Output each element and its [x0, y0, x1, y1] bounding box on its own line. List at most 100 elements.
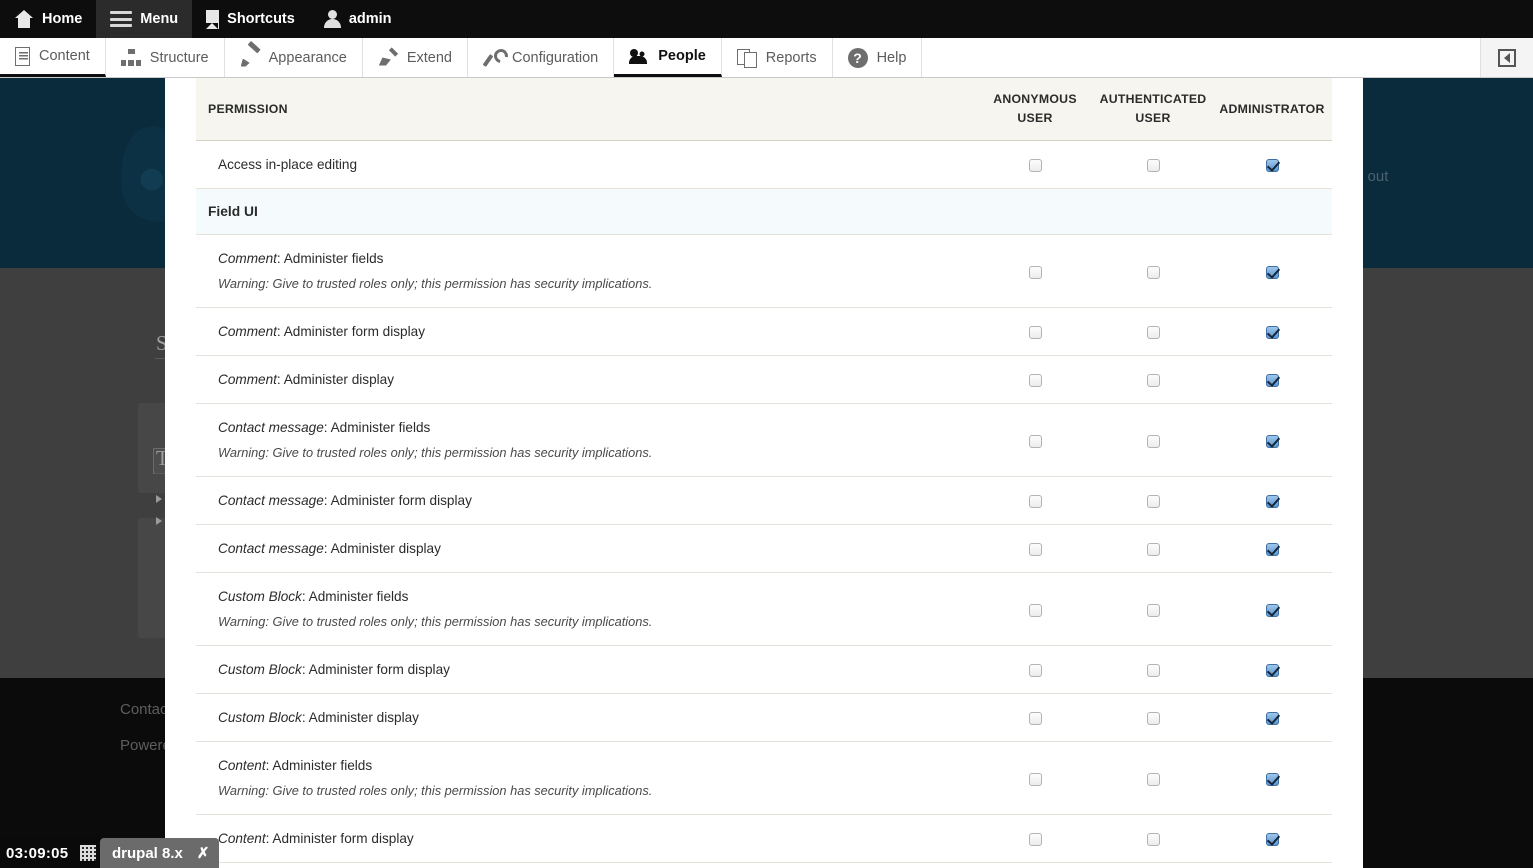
bookmark-icon: [206, 9, 220, 29]
checkbox-authenticated-user[interactable]: [1146, 543, 1160, 557]
permission-row: Custom Block: Administer form display: [196, 645, 1332, 695]
checkbox-administrator[interactable]: [1265, 495, 1279, 508]
permission-checkbox-cell-authenticated-user: [1094, 862, 1212, 868]
checkbox-authenticated-user[interactable]: [1146, 159, 1160, 173]
permission-action-name: : Administer fields: [323, 420, 431, 436]
copy-pages-icon: [736, 48, 757, 68]
toolbar-tab-structure[interactable]: Structure: [105, 38, 225, 77]
permission-module-name: Comment: [218, 324, 277, 340]
checkbox-anonymous-user[interactable]: [1028, 772, 1042, 786]
toolbar-tab-label-help: Help: [876, 49, 907, 66]
admin-bar-label-menu: Menu: [140, 11, 179, 27]
permission-row: Content: Administer fields Warning: Give …: [196, 741, 1332, 816]
toolbar-tab-configuration[interactable]: Configuration: [468, 38, 615, 77]
checkbox-authenticated-user[interactable]: [1146, 833, 1160, 847]
checkbox-authenticated-user[interactable]: [1146, 434, 1160, 448]
admin-bar-item-menu[interactable]: Menu: [96, 0, 193, 38]
permission-checkbox-cell-anonymous-user: [976, 140, 1094, 190]
permission-checkbox-cell-administrator: [1212, 524, 1332, 574]
checkbox-administrator[interactable]: [1265, 265, 1279, 279]
column-header-administrator: ADMINISTRATOR: [1212, 78, 1332, 142]
toolbar-tab-reports[interactable]: Reports: [721, 38, 833, 77]
admin-bar-item-admin[interactable]: admin: [309, 0, 406, 38]
hamburger-icon: [110, 11, 133, 27]
toolbar-tab-people[interactable]: People: [614, 38, 722, 77]
permission-title: Comment: Administer fields: [218, 251, 383, 266]
checkbox-authenticated-user[interactable]: [1146, 772, 1160, 786]
bg-footer-link-contact[interactable]: Contact: [120, 701, 172, 718]
toolbar-tab-appearance[interactable]: Appearance: [224, 38, 363, 77]
permission-title: Comment: Administer display: [218, 372, 394, 387]
close-icon[interactable]: ✗: [197, 844, 210, 862]
checkbox-anonymous-user[interactable]: [1028, 374, 1042, 388]
permission-action-name: : Administer form display: [323, 493, 472, 509]
permission-checkbox-cell-authenticated-user: [1094, 741, 1212, 816]
permission-warning-text: Warning: Give to trusted roles only; thi…: [218, 276, 653, 292]
admin-bar-item-shortcuts[interactable]: Shortcuts: [192, 0, 309, 38]
checkbox-anonymous-user[interactable]: [1028, 603, 1042, 617]
permissions-table-body: Access in-place editing Field UI Comment: …: [196, 140, 1332, 868]
checkbox-authenticated-user[interactable]: [1146, 603, 1160, 617]
checkbox-anonymous-user[interactable]: [1028, 495, 1042, 508]
toolbar-tab-content[interactable]: Content: [0, 38, 106, 77]
collapse-toolbar-button[interactable]: [1481, 38, 1533, 77]
permission-action-name: : Administer display: [276, 372, 395, 388]
toolbar-tab-help[interactable]: ? Help: [832, 38, 923, 77]
checkbox-authenticated-user[interactable]: [1146, 712, 1160, 726]
toolbar-tab-extend[interactable]: Extend: [362, 38, 468, 77]
checkbox-authenticated-user[interactable]: [1146, 265, 1160, 279]
checkbox-anonymous-user[interactable]: [1028, 712, 1042, 726]
checkbox-anonymous-user[interactable]: [1028, 434, 1042, 448]
checkbox-anonymous-user[interactable]: [1028, 159, 1042, 173]
permission-checkbox-cell-anonymous-user: [976, 862, 1094, 868]
permission-row: Content: Administer display: [196, 862, 1332, 868]
checkbox-administrator[interactable]: [1265, 374, 1279, 388]
checkbox-administrator[interactable]: [1265, 159, 1279, 173]
checkbox-authenticated-user[interactable]: [1146, 374, 1160, 388]
permission-checkbox-cell-administrator: [1212, 693, 1332, 743]
permission-module-name: Custom Block: [218, 710, 302, 726]
admin-bar-label-home: Home: [42, 11, 83, 27]
checkbox-administrator[interactable]: [1265, 543, 1279, 557]
checkbox-administrator[interactable]: [1265, 603, 1279, 617]
checkbox-administrator[interactable]: [1265, 434, 1279, 448]
home-icon: [14, 10, 34, 28]
permission-description-cell: Comment: Administer form display: [196, 307, 976, 357]
permission-checkbox-cell-anonymous-user: [976, 814, 1094, 864]
toolbar-tab-label-configuration: Configuration: [512, 49, 599, 66]
checkbox-anonymous-user[interactable]: [1028, 833, 1042, 847]
paintbrush-icon: [240, 48, 260, 68]
permission-checkbox-cell-anonymous-user: [976, 476, 1094, 526]
admin-bar-item-home[interactable]: Home: [0, 0, 96, 38]
toolbar-tab-label-structure: Structure: [149, 49, 209, 66]
bg-tools-bullet-2: [156, 517, 162, 525]
collapse-toolbar-icon: [1498, 48, 1516, 67]
permission-checkbox-cell-anonymous-user: [976, 524, 1094, 574]
permission-description-cell: Content: Administer display: [196, 862, 976, 868]
permission-checkbox-cell-authenticated-user: [1094, 403, 1212, 478]
checkbox-anonymous-user[interactable]: [1028, 325, 1042, 339]
checkbox-authenticated-user[interactable]: [1146, 325, 1160, 339]
permission-checkbox-cell-anonymous-user: [976, 355, 1094, 405]
permission-checkbox-cell-authenticated-user: [1094, 140, 1212, 190]
checkbox-administrator[interactable]: [1265, 833, 1279, 847]
permission-title: Contact message: Administer form display: [218, 493, 472, 508]
qr-code-icon[interactable]: [80, 845, 97, 861]
checkbox-administrator[interactable]: [1265, 325, 1279, 339]
user-icon: [323, 9, 341, 29]
toolbar-tab-label-content: Content: [39, 48, 90, 64]
window-title-label: drupal 8.x: [112, 844, 183, 862]
checkbox-authenticated-user[interactable]: [1146, 664, 1160, 678]
checkbox-administrator[interactable]: [1265, 664, 1279, 678]
checkbox-anonymous-user[interactable]: [1028, 265, 1042, 279]
window-task-button[interactable]: drupal 8.x ✗: [100, 838, 220, 868]
checkbox-anonymous-user[interactable]: [1028, 543, 1042, 557]
checkbox-administrator[interactable]: [1265, 712, 1279, 726]
clock-label: 03:09:05: [6, 844, 69, 862]
permission-title: Custom Block: Administer display: [218, 710, 419, 725]
checkbox-administrator[interactable]: [1265, 772, 1279, 786]
checkbox-anonymous-user[interactable]: [1028, 664, 1042, 678]
checkbox-authenticated-user[interactable]: [1146, 495, 1160, 508]
permission-module-name: Comment: [218, 372, 277, 388]
sitemap-icon: [120, 48, 141, 68]
